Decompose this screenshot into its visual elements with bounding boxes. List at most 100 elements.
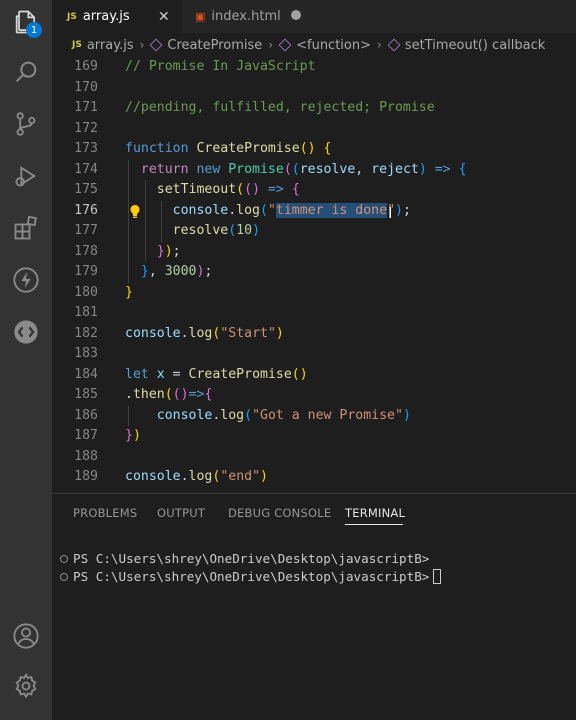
active-tab-indicator	[345, 524, 403, 525]
breadcrumb-anon-function[interactable]: <function>	[278, 37, 371, 53]
breadcrumb-anon-label: <function>	[296, 37, 371, 53]
code-text: console.log("end")	[125, 469, 268, 484]
code-text: .then(()=>{	[125, 387, 213, 402]
chevron-right-icon: ›	[268, 38, 274, 52]
code-text: function CreatePromise() {	[125, 141, 332, 156]
javascript-file-icon: JS	[72, 40, 82, 50]
line-number: 181	[74, 305, 98, 320]
explorer-icon[interactable]: 1	[8, 4, 44, 40]
breadcrumb-callback[interactable]: setTimeout() callback	[387, 37, 546, 53]
code-line[interactable]: 188	[52, 447, 576, 468]
breadcrumb-callback-label: setTimeout() callback	[404, 37, 546, 53]
text-cursor-icon: I	[388, 203, 393, 222]
breadcrumb-function[interactable]: CreatePromise	[150, 38, 262, 53]
code-line[interactable]: 173 function CreatePromise() {	[52, 139, 576, 160]
tab-index-html[interactable]: ▣ index.html	[182, 0, 320, 33]
tab-label: array.js	[82, 9, 130, 24]
code-line[interactable]: 186 console.log("Got a new Promise")	[52, 405, 576, 426]
close-icon[interactable]: ✕	[158, 9, 170, 25]
code-text: console.log("Start")	[125, 325, 284, 341]
code-line[interactable]: 169 // Promise In JavaScript	[52, 57, 576, 78]
html-file-icon: ▣	[195, 10, 206, 23]
code-text: resolve(10)	[172, 223, 261, 238]
source-control-icon[interactable]	[8, 106, 44, 142]
activity-bar: 1	[0, 0, 52, 720]
code-line[interactable]: 171 //pending, fulfilled, rejected; Promi…	[52, 98, 576, 119]
terminal-line: PS C:\Users\shrey\OneDrive\Desktop\javas…	[60, 551, 429, 566]
code-line[interactable]: 174 return new Promise((resolve, reject)…	[52, 159, 576, 180]
code-line[interactable]: 185 .then(()=>{	[52, 385, 576, 406]
editor-tab-bar: JS array.js ✕ ▣ index.html	[52, 0, 576, 33]
code-text: })	[125, 428, 141, 443]
code-text: console.log("timmer is done");	[172, 202, 411, 218]
tab-debug-console[interactable]: DEBUG CONSOLE	[228, 506, 331, 520]
code-line[interactable]: 177 resolve(10)	[52, 221, 576, 242]
code-line[interactable]: 184 let x = CreatePromise()	[52, 365, 576, 386]
breadcrumb-function-label: CreatePromise	[167, 37, 263, 53]
code-line[interactable]: 170	[52, 78, 576, 99]
breadcrumb-file[interactable]: JS array.js	[72, 38, 134, 53]
line-number: 171	[74, 100, 98, 115]
tab-terminal[interactable]: TERMINAL	[345, 506, 405, 520]
line-number: 176	[74, 202, 98, 218]
command-decoration-icon[interactable]	[60, 572, 68, 581]
code-editor[interactable]: 169 // Promise In JavaScript 170 171 //pendi…	[52, 57, 576, 493]
line-number: 188	[74, 448, 98, 464]
code-text: });	[156, 243, 181, 259]
code-line[interactable]: 182 console.log("Start")	[52, 324, 576, 345]
line-number: 173	[74, 141, 98, 156]
line-number: 170	[74, 79, 98, 95]
explorer-badge: 1	[26, 22, 42, 38]
line-number: 179	[74, 264, 98, 279]
breadcrumb: JS array.js › CreatePromise › <function>…	[52, 33, 576, 57]
code-line[interactable]: 181	[52, 303, 576, 324]
terminal-line[interactable]: PS C:\Users\shrey\OneDrive\Desktop\javas…	[60, 569, 442, 584]
terminal-cursor	[433, 569, 442, 584]
tab-problems[interactable]: PROBLEMS	[73, 506, 137, 520]
terminal-prompt: PS C:\Users\shrey\OneDrive\Desktop\javas…	[73, 569, 430, 584]
code-line[interactable]: 189 console.log("end")	[52, 467, 576, 488]
account-icon[interactable]	[8, 618, 44, 654]
chevron-right-icon: ›	[377, 38, 382, 52]
code-line[interactable]: 183	[52, 344, 576, 365]
line-number: 182	[74, 325, 98, 341]
code-text: }	[125, 284, 133, 300]
tab-label: index.html	[211, 9, 281, 24]
line-number: 183	[74, 346, 98, 361]
code-text: setTimeout(() => {	[156, 182, 300, 197]
settings-gear-icon[interactable]	[8, 668, 44, 704]
search-icon[interactable]	[8, 54, 44, 90]
tab-array-js[interactable]: JS array.js ✕	[52, 0, 182, 33]
extensions-icon[interactable]	[8, 210, 44, 246]
method-cube-icon	[150, 38, 163, 52]
code-line[interactable]: 178 });	[52, 241, 576, 262]
code-line[interactable]: 187})	[52, 426, 576, 447]
code-line[interactable]: 172	[52, 119, 576, 140]
method-cube-icon	[387, 38, 401, 52]
chevron-right-icon: ›	[139, 38, 145, 52]
method-cube-icon	[278, 38, 292, 52]
code-line[interactable]: 175 setTimeout(() => {	[52, 180, 576, 201]
tab-output[interactable]: OUTPUT	[157, 506, 205, 520]
lightning-icon[interactable]	[8, 262, 44, 298]
line-number: 177	[74, 223, 98, 238]
lightbulb-icon[interactable]	[128, 204, 142, 219]
code-line[interactable]: 176 console.log("timmer is done"); I	[52, 200, 576, 222]
code-text: let x = CreatePromise()	[125, 366, 308, 382]
code-line[interactable]: 179 }, 3000);	[52, 262, 576, 283]
line-number: 175	[74, 182, 98, 197]
code-text: // Promise In JavaScript	[125, 59, 316, 74]
line-number: 178	[74, 243, 98, 259]
code-line[interactable]: 180}	[52, 283, 576, 304]
remote-explorer-icon[interactable]	[8, 314, 44, 350]
line-number: 189	[74, 469, 98, 484]
line-number: 184	[74, 366, 98, 382]
line-number: 174	[74, 161, 98, 177]
code-text: return new Promise((resolve, reject) => …	[140, 161, 467, 177]
run-debug-icon[interactable]	[8, 158, 44, 194]
line-number: 169	[74, 59, 98, 74]
unsaved-dot-icon[interactable]	[291, 10, 301, 20]
code-text: console.log("Got a new Promise")	[156, 407, 411, 423]
line-number: 180	[74, 284, 98, 300]
command-decoration-icon[interactable]	[60, 554, 68, 563]
